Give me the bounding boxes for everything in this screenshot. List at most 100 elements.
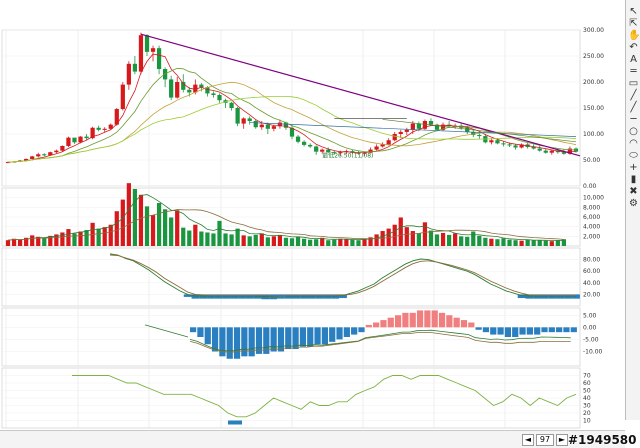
volume-bar [42, 238, 47, 246]
volume-bar [235, 228, 240, 246]
macd-histogram-bar [336, 327, 343, 340]
macd-histogram-bar [299, 327, 307, 347]
candle-body [271, 126, 276, 129]
undo-icon[interactable]: ↶ [628, 42, 639, 53]
ray-icon[interactable]: ╱ [628, 90, 639, 101]
volume-bar [555, 240, 560, 246]
macd-histogram-bar [321, 327, 328, 345]
k-tick-label: 40.00 [583, 280, 600, 287]
scroll-left-button[interactable]: ◄ [522, 434, 534, 446]
settings-icon[interactable]: ⚙ [628, 198, 639, 209]
volume-bar [187, 230, 192, 246]
candle-body [404, 129, 409, 132]
price-tick-label: 250.00 [583, 53, 604, 60]
candle-body [374, 146, 379, 150]
volume-bar [60, 232, 65, 246]
arrow-icon[interactable]: ⇱ [628, 18, 639, 29]
volume-bar [483, 237, 488, 246]
wave-tick-label: 70 [583, 373, 591, 380]
volume-bar [205, 232, 210, 246]
volume-bar [229, 234, 234, 246]
candle-body [314, 146, 319, 152]
volume-bar [247, 236, 252, 246]
volume-bar [78, 231, 83, 246]
macd-histogram-bar [248, 327, 255, 357]
vol-tick-label: 2,000 [583, 233, 600, 240]
cross-icon[interactable]: + [628, 162, 639, 173]
cursor-icon[interactable]: ↖ [628, 6, 639, 17]
vol-tick-label: 10,000 [583, 195, 604, 202]
zoom-value-field[interactable]: 97 [536, 434, 554, 446]
macd-histogram-bar [446, 315, 453, 328]
hand-icon[interactable]: ✋ [628, 30, 640, 41]
trash-icon[interactable]: ✖ [628, 186, 639, 197]
volume-bar [211, 233, 216, 246]
line-icon[interactable]: ═ [628, 66, 639, 77]
macd-histogram-bar [416, 310, 424, 328]
volume-bar [5, 240, 11, 246]
drawing-toolbar: ↖ ⇱ ✋ ↶ A ═ ▭ ╱ ╱ ─ ○ ◠ ⬭ + ▮ ✖ ⚙ [625, 0, 640, 420]
volume-bar [549, 241, 554, 246]
volume-bar [392, 224, 397, 246]
macd-histogram-bar [358, 327, 365, 333]
candle-body [72, 137, 77, 143]
candle-body [156, 48, 162, 69]
candle-body [229, 102, 234, 108]
volume-bar [446, 234, 452, 246]
macd-tick-label: 0.00 [583, 324, 597, 331]
volume-bar [253, 234, 258, 246]
volume-bar [332, 239, 337, 246]
arc-icon[interactable]: ◠ [628, 138, 639, 149]
macd-tick-label: 5.00 [583, 312, 597, 319]
candle-body [495, 140, 500, 144]
scroll-right-button[interactable]: ► [556, 434, 568, 446]
candle-body [410, 123, 415, 130]
macd-histogram-bar [270, 327, 277, 352]
macd-histogram-bar [438, 312, 446, 328]
volume-bar [434, 234, 440, 246]
volume-bar [283, 237, 289, 246]
volume-bar [543, 240, 548, 246]
candle-body [217, 95, 222, 101]
candle-body [549, 150, 554, 153]
ellipse-icon[interactable]: ⬭ [628, 150, 639, 161]
k-tick-label: 80.00 [583, 257, 600, 264]
macd-histogram-bar [512, 327, 519, 337]
volume-bar [416, 233, 421, 246]
oscillator-low-marker [228, 420, 242, 425]
volume-bar [344, 239, 349, 246]
candle-body [543, 150, 548, 153]
circle-icon[interactable]: ○ [628, 126, 639, 137]
volume-bar [96, 228, 101, 246]
fib-icon[interactable]: ─ [628, 114, 639, 125]
candle-body [477, 135, 482, 137]
macd-histogram-bar [519, 327, 526, 335]
low-price-annotation: 最低26.50(11/08) [322, 151, 373, 159]
macd-histogram-bar [277, 327, 285, 352]
volume-bar [537, 240, 542, 246]
candle-body [138, 35, 144, 72]
candle-body [169, 79, 174, 98]
wave-tick-label: 50 [583, 388, 591, 395]
parallel-icon[interactable]: ╱ [628, 102, 639, 113]
volume-bar [398, 217, 403, 246]
candle-body [78, 136, 83, 143]
macd-histogram-bar [394, 315, 402, 328]
volume-bar [271, 236, 276, 246]
volume-bar [495, 239, 500, 246]
macd-histogram-bar [556, 327, 563, 333]
volume-bar [120, 199, 125, 246]
volume-bar [108, 224, 113, 246]
macd-histogram-bar [365, 324, 372, 328]
macd-histogram-bar [380, 320, 387, 328]
wave-tick-label: 60 [583, 380, 591, 387]
candle-body [30, 156, 35, 159]
bar-icon[interactable]: ▮ [628, 174, 639, 185]
volume-bar [308, 239, 313, 246]
macd-histogram-bar [409, 312, 416, 328]
rectangle-icon[interactable]: ▭ [628, 78, 639, 89]
volume-bar [199, 231, 204, 246]
text-icon[interactable]: A [628, 54, 639, 65]
candle-body [66, 137, 71, 146]
wave-tick-label: 30 [583, 403, 591, 410]
